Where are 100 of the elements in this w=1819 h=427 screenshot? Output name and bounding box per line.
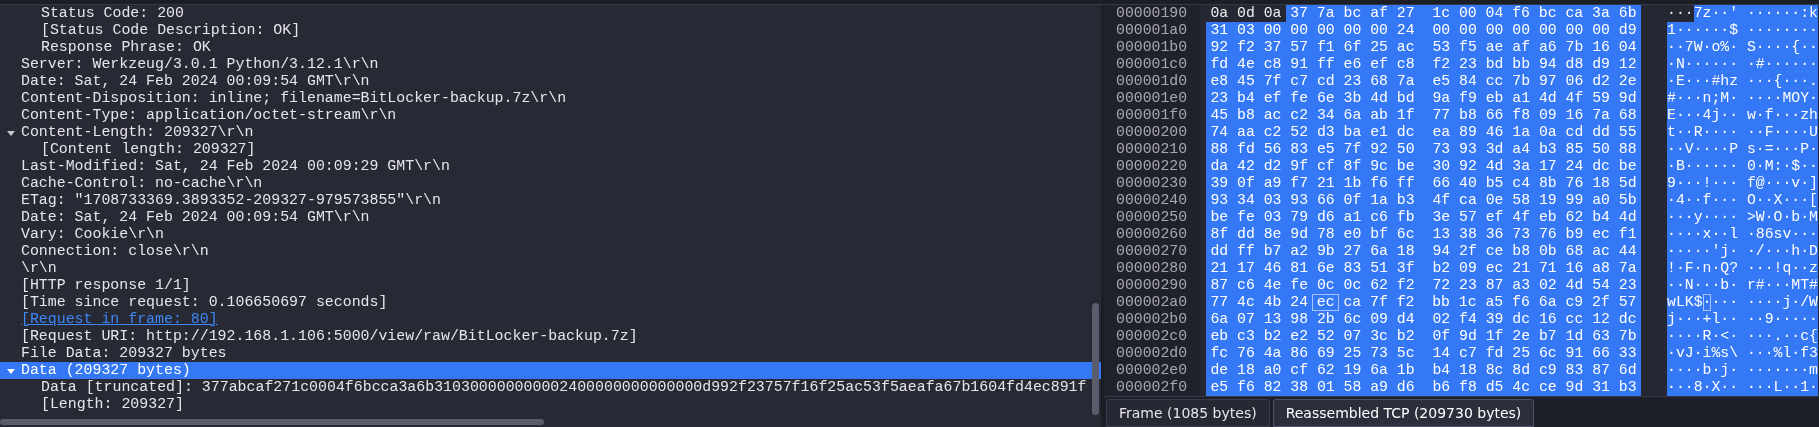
ascii-text: ·····'j· ·/···h·D [1667,243,1818,260]
ascii-text: ··7W·o%· S····{·· [1667,39,1818,56]
ascii-text: ·N······ ·#······ [1667,56,1818,73]
hex-bytes: e8 45 7f c7 cd 23 68 7a e5 84 cc 7b 97 06 d2 2e [1206,73,1641,90]
frame-link[interactable]: [Request in frame: 80] [21,311,218,328]
tree-item[interactable]: ETag: "1708733369.3893352-209327-979573855"\r\n [0,192,1101,209]
tree-item[interactable]: Content-Length: 209327\r\n [0,124,1101,141]
field-text: Server: Werkzeug/3.0.1 Python/3.12.1\r\n [21,56,379,73]
tree-item[interactable]: Last-Modified: Sat, 24 Feb 2024 00:09:29 GMT\r\n [0,158,1101,175]
ascii-text: !·F·n·Q? ···!q··z [1667,260,1818,277]
field-text: Connection: close\r\n [21,243,209,260]
ascii-text: · [1702,294,1712,311]
bytes-tab[interactable]: Frame (1085 bytes) [1106,399,1270,427]
field-text: ETag: "1708733369.3893352-209327-979573855"\r\n [21,192,441,209]
offset-label: 000002b0 [1115,311,1189,328]
hex-bytes: 37 7a bc af 27 1c 00 04 f6 bc ca 3a 6b [1285,5,1641,22]
tree-item[interactable]: Connection: close\r\n [0,243,1101,260]
hex-bytes: eb c3 b2 e2 52 07 3c b2 0f 9d 1f 2e b7 1d 63 7b [1206,328,1641,345]
offset-label: 00000260 [1115,226,1189,243]
tree-item[interactable]: Server: Werkzeug/3.0.1 Python/3.12.1\r\n [0,56,1101,73]
tree-item[interactable]: Cache-Control: no-cache\r\n [0,175,1101,192]
field-text: [Content length: 209327] [41,141,256,158]
hex-bytes: dd ff b7 a2 9b 27 6a 18 94 2f ce b8 0b 68 ac 44 [1206,243,1641,260]
offset-label: 000001e0 [1115,90,1189,107]
field-text: Vary: Cookie\r\n [21,226,164,243]
ascii-text: wLK$ [1667,294,1703,311]
offset-label: 000002f0 [1115,379,1189,396]
field-text: [HTTP response 1/1] [21,277,191,294]
hex-bytes: 6a 07 13 98 2b 6c 09 d4 02 f4 39 dc 16 cc 12 dc [1206,311,1641,328]
ascii-text: ··V····P s·=···P· [1667,141,1818,158]
ascii-text: 7z··' ······:k [1693,5,1818,22]
field-text: Response Phrase: OK [41,39,211,56]
hex-bytes: ec [1312,294,1339,311]
field-text: File Data: 209327 bytes [21,345,227,362]
field-text: Date: Sat, 24 Feb 2024 00:09:54 GMT\r\n [21,73,370,90]
ascii-text: 9···!··· f@···v·] [1667,175,1818,192]
hex-bytes: da 42 d2 9f cf 8f 9c be 30 92 4d 3a 17 24 dc be [1206,158,1641,175]
ascii-text: t··R···· ··F····U [1667,124,1818,141]
field-text: Content-Disposition: inline; filename=BitLocker-backup.7z\r\n [21,90,567,107]
tree-item[interactable]: [HTTP response 1/1] [0,277,1101,294]
field-text: Content-Length: 209327\r\n [21,124,254,141]
tree-item[interactable]: [Length: 209327] [0,396,1101,413]
ascii-text: 1······$ ········ [1667,22,1818,39]
tree-item[interactable]: [Request in frame: 80] [0,311,1101,328]
offset-label: 00000250 [1115,209,1189,226]
offset-label: 00000190 [1115,5,1189,22]
field-text: Content-Type: application/octet-stream\r\n [21,107,397,124]
hex-bytes: 87 c6 4e fe 0c 0c 62 f2 72 23 87 a3 02 4d 54 23 [1206,277,1641,294]
offset-label: 000001a0 [1115,22,1189,39]
offset-label: 00000290 [1115,277,1189,294]
ascii-text: ····x··l ·86sv··· [1667,226,1818,243]
ascii-text: ·B······ 0·M:·$·· [1667,158,1818,175]
ascii-text: ···y···· >W·O·b·M [1667,209,1818,226]
tree-item[interactable]: [Status Code Description: OK] [0,22,1101,39]
ascii-text: j···+l·· ··9····· [1667,311,1818,328]
field-text: [Time since request: 0.106650697 seconds] [21,294,388,311]
hex-bytes: 8f dd 8e 9d 78 e0 bf 6c 13 38 36 73 76 b9 ec f1 [1206,226,1641,243]
hex-bytes: 39 0f a9 f7 21 1b f6 ff 66 40 b5 c4 8b 76 18 5d [1206,175,1641,192]
hex-bytes: 0a 0d 0a [1209,5,1283,22]
hex-bytes: e5 f6 82 38 01 58 a9 d6 b6 f8 d5 4c ce 9d 31 b3 [1206,379,1641,396]
tree-item[interactable]: Data (209327 bytes) [0,362,1101,379]
ascii-text: #···n;M· ····MOY· [1667,90,1818,107]
tree-item[interactable]: File Data: 209327 bytes [0,345,1101,362]
hex-bytes: 21 17 46 81 6e 83 51 3f b2 09 ec 21 71 16 a8 7a [1206,260,1641,277]
tree-item[interactable]: Status Code: 200 [0,5,1101,22]
hex-bytes: 92 f2 37 57 f1 6f 25 ac 53 f5 ae af a6 7b 16 04 [1206,39,1641,56]
horizontal-scrollbar[interactable] [0,419,544,425]
hex-bytes: 23 b4 ef fe 6e 3b 4d bd 9a f9 eb a1 4d 4f 59 9d [1206,90,1641,107]
field-text: Status Code: 200 [41,5,184,22]
hex-bytes: fc 76 4a 86 69 25 73 5c 14 c7 fd 25 6c 91 66 33 [1206,345,1641,362]
ascii-text: ····R·<· ···.··c{ [1667,328,1818,345]
field-text: [Length: 209327] [41,396,184,413]
tree-item[interactable]: Vary: Cookie\r\n [0,226,1101,243]
ascii-text: ·4··f··· O··X···[ [1667,192,1818,209]
ascii-text: ·vJ·i%s\ ···%l·f3 [1667,345,1818,362]
field-text: [Request URI: http://192.168.1.106:5000/view/raw/BitLocker-backup.7z] [21,328,638,345]
ascii-text: ··· ····j·/W [1711,294,1818,311]
tree-item[interactable]: Date: Sat, 24 Feb 2024 00:09:54 GMT\r\n [0,73,1101,90]
tree-item[interactable]: [Time since request: 0.106650697 seconds] [0,294,1101,311]
vertical-scrollbar[interactable] [1092,303,1099,415]
ascii-text: ··· [1667,5,1694,22]
tree-item[interactable]: \r\n [0,260,1101,277]
hex-bytes: fd 4e c8 91 ff e6 ef c8 f2 23 bd bb 94 d8 d9 12 [1206,56,1641,73]
offset-label: 00000200 [1115,124,1189,141]
field-text: \r\n [21,260,57,277]
tree-item[interactable]: [Content length: 209327] [0,141,1101,158]
ascii-text: ··N···b· r#···MT# [1667,277,1818,294]
tree-item[interactable]: Date: Sat, 24 Feb 2024 00:09:54 GMT\r\n [0,209,1101,226]
offset-label: 000001c0 [1115,56,1189,73]
tree-item[interactable]: Content-Type: application/octet-stream\r\n [0,107,1101,124]
offset-label: 00000220 [1115,158,1189,175]
ascii-text: ····b·j· ·······m [1667,362,1818,379]
hex-bytes: 77 4c 4b 24 [1206,294,1313,311]
tree-item[interactable]: Response Phrase: OK [0,39,1101,56]
bytes-tab[interactable]: Reassembled TCP (209730 bytes) [1272,399,1535,427]
tree-item[interactable]: Content-Disposition: inline; filename=BitLocker-backup.7z\r\n [0,90,1101,107]
offset-label: 000001b0 [1115,39,1189,56]
offset-label: 000002c0 [1115,328,1189,345]
tree-item[interactable]: [Request URI: http://192.168.1.106:5000/view/raw/BitLocker-backup.7z] [0,328,1101,345]
ascii-text: E···4j·· w·f···zh [1667,107,1818,124]
